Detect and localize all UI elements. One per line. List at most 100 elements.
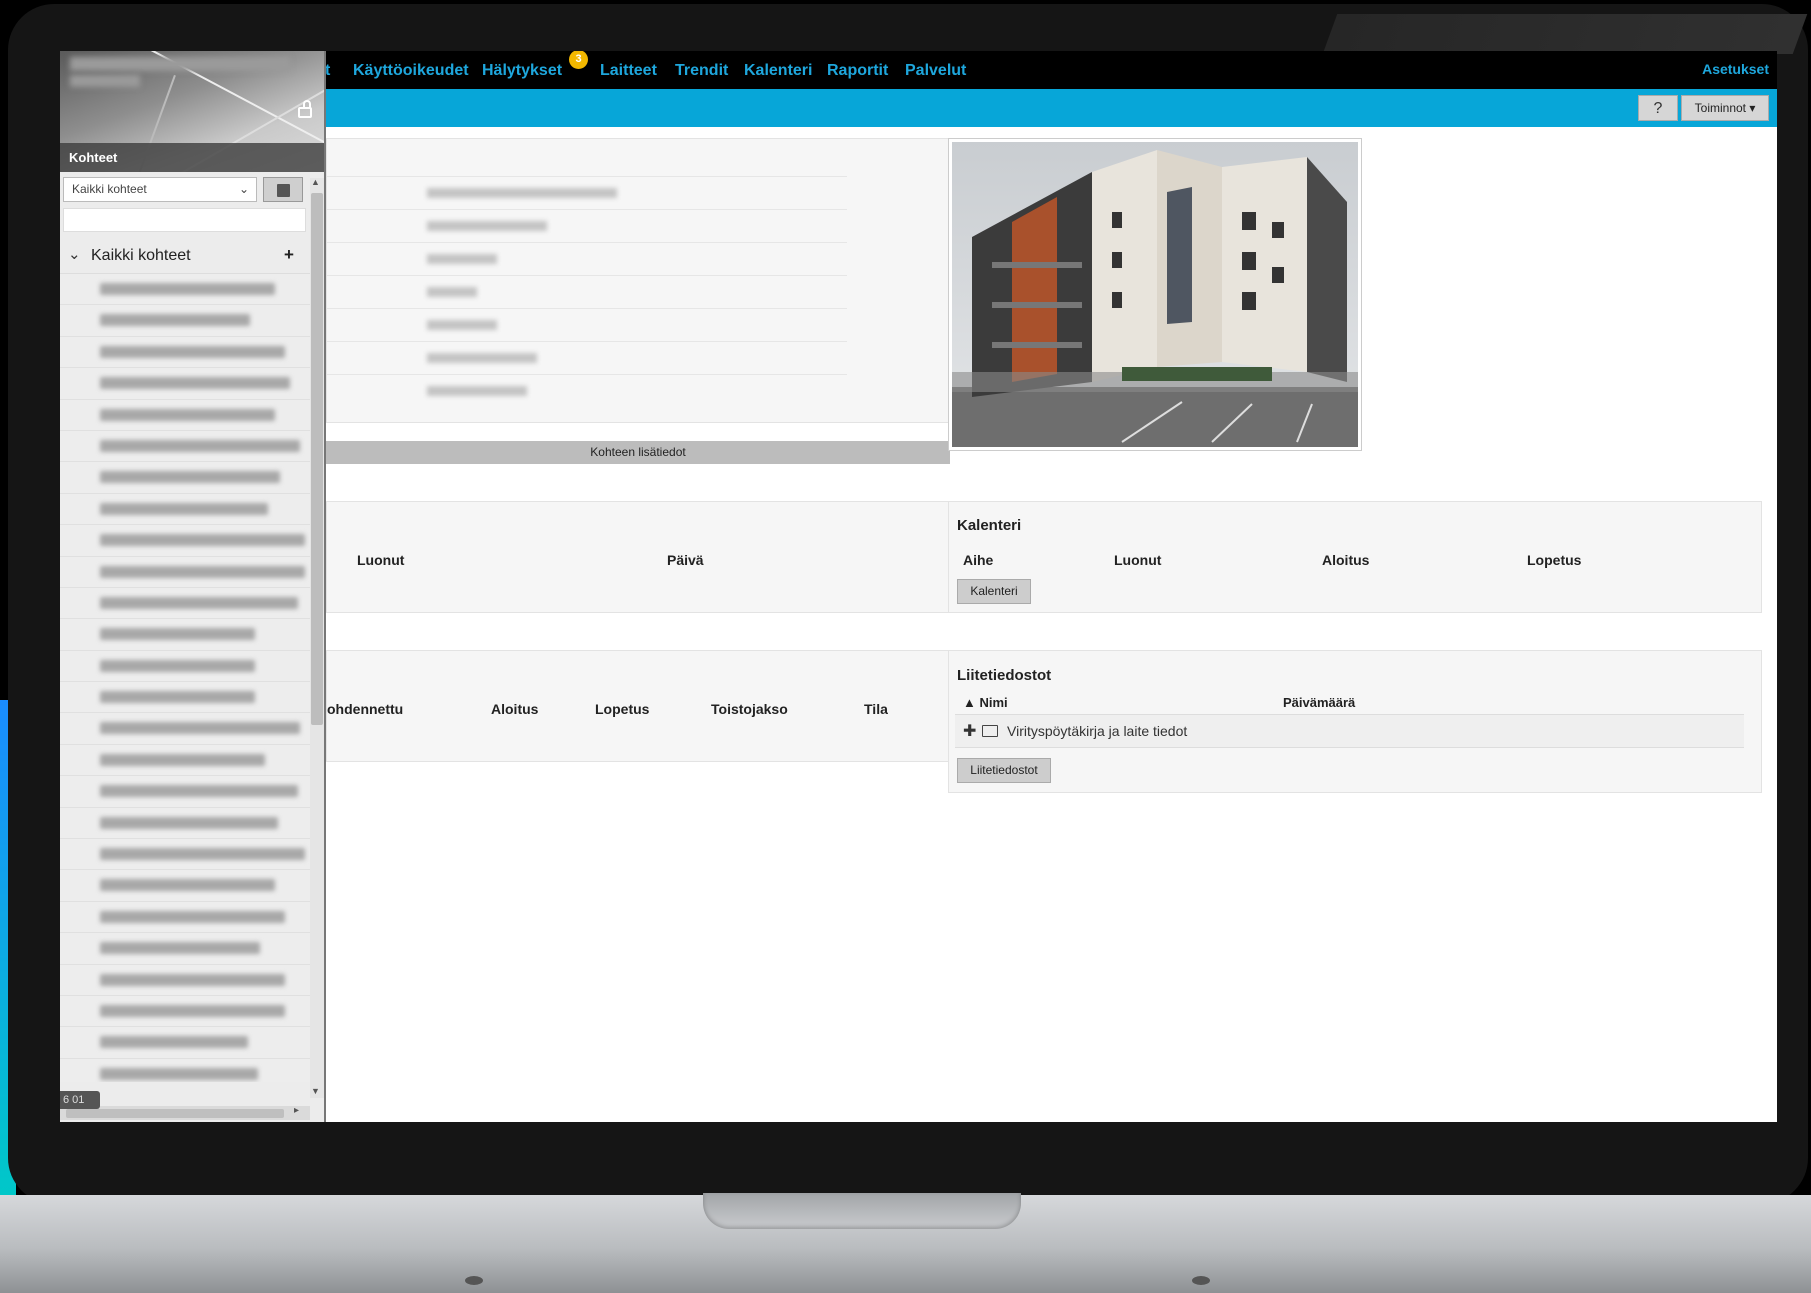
scroll-right-arrow-icon[interactable]: ▸ [294, 1105, 299, 1116]
list-item[interactable] [60, 274, 310, 306]
list-item[interactable] [60, 587, 310, 620]
list-item[interactable] [60, 368, 310, 400]
list-item[interactable] [60, 839, 310, 871]
app-screen: t Käyttöoikeudet Hälytykset 3 Laitteet T… [60, 51, 1777, 1122]
detail-row [327, 375, 847, 408]
actions-dropdown-button[interactable]: Toiminnot ▾ [1681, 95, 1769, 121]
property-filter-select[interactable]: Kaikki kohteet ⌄ [63, 177, 257, 202]
expand-plus-icon[interactable]: ✚ [963, 721, 976, 741]
sidebar-header-label: Kohteet [60, 143, 324, 172]
list-item[interactable] [60, 776, 310, 808]
blurred-label [100, 1036, 248, 1049]
add-icon[interactable]: + [284, 245, 294, 265]
building-photo [948, 138, 1362, 451]
list-item[interactable] [60, 336, 310, 369]
column-header: Aloitus [491, 701, 539, 717]
horizontal-scrollbar-thumb[interactable] [66, 1109, 284, 1118]
list-item[interactable] [60, 870, 310, 902]
list-item[interactable] [60, 619, 310, 651]
search-input[interactable] [63, 208, 306, 232]
nav-item-palvelut[interactable]: Palvelut [905, 62, 966, 80]
blurred-value [427, 353, 537, 363]
blurred-label [100, 439, 300, 452]
blurred-label [100, 345, 285, 358]
nav-item-kalenteri[interactable]: Kalenteri [744, 62, 812, 80]
sidebar: Kohteet Kaikki kohteet ⌄ ⌄ Kaikki kohtee… [60, 51, 326, 1122]
blurred-label [100, 565, 305, 578]
list-item[interactable] [60, 1027, 310, 1059]
column-header: Luonut [357, 552, 405, 568]
blurred-label [100, 596, 298, 609]
blurred-label [100, 502, 268, 515]
scroll-up-arrow-icon[interactable]: ▲ [311, 177, 320, 187]
laptop-foot [465, 1276, 483, 1285]
list-item[interactable] [60, 713, 310, 745]
scroll-down-arrow-icon[interactable]: ▼ [311, 1086, 320, 1096]
column-header: Tila [864, 701, 888, 717]
column-header: Lopetus [595, 701, 650, 717]
list-item[interactable] [60, 995, 310, 1028]
list-item[interactable] [60, 462, 310, 494]
file-row[interactable]: ✚ Virityspöytäkirja ja laite tiedot [955, 714, 1744, 748]
calendar-title: Kalenteri [957, 517, 1022, 534]
list-item[interactable] [60, 901, 310, 934]
list-item[interactable] [60, 807, 310, 840]
chevron-down-icon[interactable]: ⌄ [68, 245, 81, 263]
help-button[interactable]: ? [1638, 95, 1678, 121]
blurred-value [427, 320, 497, 330]
scrollbar-thumb[interactable] [311, 193, 323, 725]
more-info-button[interactable]: Kohteen lisätiedot [326, 441, 950, 464]
list-item[interactable] [60, 1058, 310, 1082]
chevron-down-icon: ⌄ [238, 182, 249, 196]
list-item[interactable] [60, 650, 310, 683]
nav-item-halytykset[interactable]: Hälytykset [482, 62, 562, 80]
blurred-label [100, 534, 305, 547]
property-list [60, 274, 310, 1082]
corner-tag: 6 01 [60, 1091, 100, 1109]
column-header: ohdennettu [327, 701, 404, 717]
blurred-label [100, 1004, 285, 1017]
blurred-value [427, 287, 477, 297]
laptop-notch [703, 1193, 1021, 1229]
list-item[interactable] [60, 964, 310, 996]
list-item[interactable] [60, 682, 310, 714]
column-header: Päivä [667, 552, 704, 568]
blurred-label [100, 314, 250, 327]
detail-row [327, 144, 847, 177]
file-name: Virityspöytäkirja ja laite tiedot [1007, 723, 1188, 739]
tree-root[interactable]: ⌄ Kaikki kohteet + [60, 239, 310, 274]
nav-item-raportit[interactable]: Raportit [827, 62, 888, 80]
detail-row [327, 210, 847, 243]
calendar-button[interactable]: Kalenteri [957, 579, 1031, 604]
blurred-title [70, 75, 140, 87]
list-item[interactable] [60, 744, 310, 777]
calendar-panel: Kalenteri Aihe Luonut Aloitus Lopetus Ka… [948, 501, 1762, 613]
column-header-date[interactable]: Päivämäärä [1283, 695, 1355, 710]
left-tasks-panel: ohdennettu Aloitus Lopetus Toistojakso T… [326, 650, 950, 762]
attachments-button[interactable]: Liitetiedostot [957, 758, 1051, 783]
list-item[interactable] [60, 305, 310, 337]
blurred-label [100, 471, 280, 484]
blurred-label [100, 1067, 258, 1080]
list-item[interactable] [60, 493, 310, 526]
list-item[interactable] [60, 556, 310, 588]
settings-link[interactable]: Asetukset [1702, 61, 1769, 77]
blurred-label [100, 691, 255, 704]
list-item[interactable] [60, 399, 310, 431]
nav-item-trendit[interactable]: Trendit [675, 62, 728, 80]
blurred-label [100, 628, 255, 641]
tree-root-label[interactable]: Kaikki kohteet [91, 247, 191, 265]
nav-item-laitteet[interactable]: Laitteet [600, 62, 657, 80]
blurred-label [100, 408, 275, 421]
blurred-value [427, 386, 527, 396]
list-item[interactable] [60, 430, 310, 463]
detail-row [327, 342, 847, 375]
lock-icon[interactable] [298, 100, 312, 118]
column-header: Aihe [963, 552, 994, 568]
save-filter-button[interactable] [263, 177, 303, 202]
list-item[interactable] [60, 525, 310, 557]
nav-item-kayttooikeudet[interactable]: Käyttöoikeudet [353, 62, 469, 80]
column-header-name[interactable]: ▲ Nimi [963, 695, 1008, 710]
blurred-value [427, 254, 497, 264]
list-item[interactable] [60, 933, 310, 965]
